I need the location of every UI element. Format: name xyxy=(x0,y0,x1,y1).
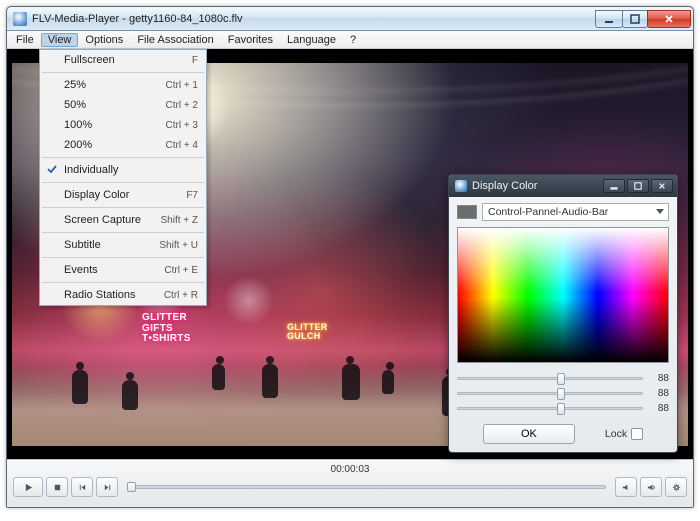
menu-favorites[interactable]: Favorites xyxy=(221,33,280,47)
seek-slider[interactable] xyxy=(127,481,606,493)
player-controls: 00:00:03 xyxy=(7,459,693,507)
dialog-maximize-button[interactable] xyxy=(627,179,649,193)
dd-sep xyxy=(42,207,204,208)
lock-checkbox[interactable] xyxy=(631,428,643,440)
prev-button[interactable] xyxy=(71,477,93,497)
dd-subtitle[interactable]: SubtitleShift + U xyxy=(40,235,206,255)
dd-zoom-200[interactable]: 200%Ctrl + 4 xyxy=(40,135,206,155)
mute-button[interactable] xyxy=(615,477,637,497)
slider-3[interactable]: 88 xyxy=(457,401,669,416)
dd-sep xyxy=(42,257,204,258)
stop-button[interactable] xyxy=(46,477,68,497)
dd-sep xyxy=(42,182,204,183)
dialog-titlebar[interactable]: Display Color xyxy=(449,175,677,197)
menu-file[interactable]: File xyxy=(9,33,41,47)
close-button[interactable] xyxy=(647,10,691,28)
dd-zoom-50[interactable]: 50%Ctrl + 2 xyxy=(40,95,206,115)
dd-individually[interactable]: Individually xyxy=(40,160,206,180)
dd-screen-capture[interactable]: Screen CaptureShift + Z xyxy=(40,210,206,230)
lock-label: Lock xyxy=(605,428,627,440)
dialog-title: Display Color xyxy=(472,180,603,192)
display-color-dialog[interactable]: Display Color Control-Pannel-Audio-Bar 8 xyxy=(448,174,678,453)
ok-button[interactable]: OK xyxy=(483,424,575,444)
dd-display-color[interactable]: Display ColorF7 xyxy=(40,185,206,205)
menu-help[interactable]: ? xyxy=(343,33,363,47)
dialog-minimize-button[interactable] xyxy=(603,179,625,193)
maximize-button[interactable] xyxy=(622,10,648,28)
color-swatch-icon xyxy=(457,205,477,219)
minimize-button[interactable] xyxy=(595,10,623,28)
chevron-down-icon xyxy=(656,209,664,214)
dd-fullscreen[interactable]: FullscreenF xyxy=(40,50,206,70)
display-element-combo[interactable]: Control-Pannel-Audio-Bar xyxy=(482,203,669,221)
volume-button[interactable] xyxy=(640,477,662,497)
dd-radio-stations[interactable]: Radio StationsCtrl + R xyxy=(40,285,206,305)
dd-sep xyxy=(42,282,204,283)
dd-zoom-25[interactable]: 25%Ctrl + 1 xyxy=(40,75,206,95)
dialog-close-button[interactable] xyxy=(651,179,673,193)
menu-options[interactable]: Options xyxy=(78,33,130,47)
dialog-icon xyxy=(455,180,467,192)
app-window: FLV-Media-Player - getty1160-84_1080c.fl… xyxy=(6,6,694,508)
time-label: 00:00:03 xyxy=(13,464,687,475)
scene-neon-b: GLITTER GULCH xyxy=(287,323,328,342)
dd-sep xyxy=(42,232,204,233)
menu-language[interactable]: Language xyxy=(280,33,343,47)
settings-button[interactable] xyxy=(665,477,687,497)
play-button[interactable] xyxy=(13,477,43,497)
titlebar[interactable]: FLV-Media-Player - getty1160-84_1080c.fl… xyxy=(7,7,693,31)
scene-neon-a: GLITTER GIFTS T•SHIRTS xyxy=(142,313,191,345)
combo-value: Control-Pannel-Audio-Bar xyxy=(488,206,608,218)
view-dropdown: FullscreenF 25%Ctrl + 1 50%Ctrl + 2 100%… xyxy=(39,49,207,306)
menu-file-association[interactable]: File Association xyxy=(130,33,220,47)
dd-zoom-100[interactable]: 100%Ctrl + 3 xyxy=(40,115,206,135)
menu-view[interactable]: View xyxy=(41,33,79,47)
dd-sep xyxy=(42,72,204,73)
check-icon xyxy=(46,163,58,175)
window-title: FLV-Media-Player - getty1160-84_1080c.fl… xyxy=(32,13,596,25)
menubar: File View Options File Association Favor… xyxy=(7,31,693,49)
color-picker-field[interactable] xyxy=(457,227,669,363)
app-icon xyxy=(13,12,27,26)
dd-sep xyxy=(42,157,204,158)
dd-events[interactable]: EventsCtrl + E xyxy=(40,260,206,280)
next-button[interactable] xyxy=(96,477,118,497)
slider-1[interactable]: 88 xyxy=(457,371,669,386)
slider-2[interactable]: 88 xyxy=(457,386,669,401)
